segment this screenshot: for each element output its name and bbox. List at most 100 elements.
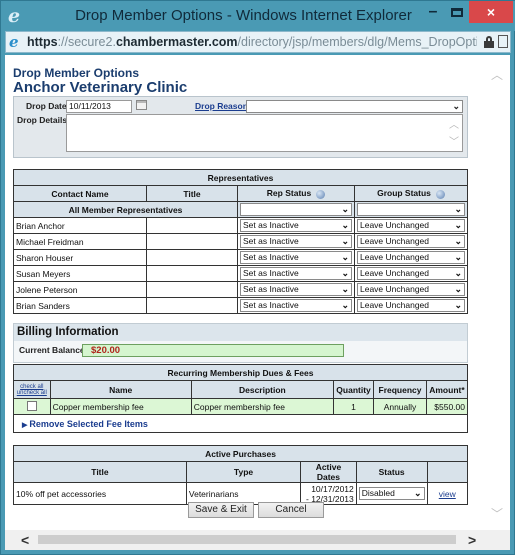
group-status-cell: Leave Unchanged ⌄ bbox=[354, 297, 468, 314]
address-bar[interactable]: e https://secure2.chambermaster.com/dire… bbox=[5, 31, 511, 53]
rep-title bbox=[146, 297, 238, 314]
uncheck-all-link[interactable]: uncheck all bbox=[15, 390, 49, 396]
drop-date-input[interactable]: 10/11/2013 bbox=[66, 100, 132, 113]
scroll-up-icon[interactable]: ︿ bbox=[491, 66, 503, 83]
view-link[interactable]: view bbox=[439, 489, 456, 499]
col-frequency: Frequency bbox=[373, 380, 427, 399]
drop-date-label: Drop Date: bbox=[26, 101, 70, 111]
textarea-scroll-down-icon[interactable]: ﹀ bbox=[449, 133, 459, 148]
group-status-select[interactable]: Leave Unchanged ⌄ bbox=[357, 283, 465, 296]
purchase-action-cell: view bbox=[426, 482, 469, 505]
maximize-button[interactable] bbox=[451, 8, 463, 17]
group-status-header: Group Status bbox=[377, 188, 431, 199]
group-status-select[interactable]: Leave Unchanged ⌄ bbox=[357, 251, 465, 264]
rep-status-select[interactable]: Set as Inactive ⌄ bbox=[240, 251, 352, 264]
col-status: Status bbox=[355, 461, 428, 483]
rep-status-header: Rep Status bbox=[266, 188, 312, 199]
remove-fees-cell: ▶ Remove Selected Fee Items bbox=[13, 414, 468, 433]
col-name: Name bbox=[49, 380, 192, 399]
col-amount: Amount* bbox=[425, 380, 469, 399]
chevron-down-icon: ⌄ bbox=[452, 101, 460, 111]
chevron-down-icon: ⌄ bbox=[413, 488, 422, 498]
chevron-down-icon: ⌄ bbox=[341, 284, 349, 294]
rep-status-select[interactable]: Set as Inactive ⌄ bbox=[240, 219, 352, 232]
table-row: Sharon Houser Set as Inactive ⌄ Leave Unc… bbox=[13, 249, 468, 266]
remove-fees-link[interactable]: ▶ Remove Selected Fee Items bbox=[22, 419, 148, 429]
drop-reason-label: Drop Reason: bbox=[195, 101, 251, 111]
select-value: Leave Unchanged bbox=[360, 300, 430, 310]
fee-checkbox[interactable] bbox=[26, 400, 37, 411]
rep-status-cell: Set as Inactive ⌄ bbox=[237, 233, 355, 250]
textarea-scroll-up-icon[interactable]: ︿ bbox=[449, 116, 459, 131]
group-status-cell: Leave Unchanged ⌄ bbox=[354, 249, 468, 266]
scroll-left-icon[interactable]: < bbox=[21, 532, 29, 548]
help-icon[interactable] bbox=[316, 189, 326, 199]
rep-status-select[interactable]: Set as Inactive ⌄ bbox=[240, 267, 352, 280]
help-icon[interactable] bbox=[435, 189, 445, 199]
group-status-select[interactable]: Leave Unchanged ⌄ bbox=[357, 235, 465, 248]
col-description: Description bbox=[190, 380, 334, 399]
select-value: Set as Inactive bbox=[243, 300, 299, 310]
chevron-down-icon: ⌄ bbox=[341, 252, 349, 262]
rep-title bbox=[146, 233, 238, 250]
fees-table: Recurring Membership Dues & Fees check a… bbox=[13, 364, 469, 433]
purchase-title: 10% off pet accessories bbox=[13, 482, 187, 505]
title-bar[interactable]: e Drop Member Options - Windows Internet… bbox=[1, 1, 515, 31]
fee-description: Copper membership fee bbox=[190, 398, 334, 415]
purchase-status-select[interactable]: Disabled ⌄ bbox=[358, 487, 425, 500]
chevron-down-icon: ⌄ bbox=[341, 204, 349, 214]
scroll-thumb[interactable] bbox=[38, 535, 456, 544]
all-group-status-select[interactable]: ⌄ bbox=[357, 203, 465, 216]
url-path: /directory/jsp/members/dlg/Mems_DropOpti… bbox=[237, 35, 477, 49]
select-value: Set as Inactive bbox=[243, 284, 299, 294]
billing-title: Billing Information bbox=[14, 324, 467, 341]
scroll-down-icon[interactable]: ﹀ bbox=[491, 505, 503, 522]
all-rep-status-select[interactable]: ⌄ bbox=[240, 203, 352, 216]
scroll-right-icon[interactable]: > bbox=[468, 532, 476, 548]
drop-form-panel: Drop Date: 10/11/2013 Drop Reason: ⌄ Dro… bbox=[13, 96, 468, 158]
url-domain: chambermaster.com bbox=[115, 35, 238, 49]
rep-name: Jolene Peterson bbox=[13, 281, 147, 298]
chevron-down-icon: ⌄ bbox=[454, 220, 462, 230]
rep-status-select[interactable]: Set as Inactive ⌄ bbox=[240, 235, 352, 248]
balance-value: $20.00 bbox=[82, 344, 344, 357]
group-status-select[interactable]: Leave Unchanged ⌄ bbox=[357, 299, 465, 312]
group-status-select[interactable]: Leave Unchanged ⌄ bbox=[357, 267, 465, 280]
check-all-header: check all uncheck all bbox=[13, 380, 51, 399]
url-text: https://secure2.chambermaster.com/direct… bbox=[27, 35, 477, 49]
drop-details-textarea[interactable]: ︿ ﹀ bbox=[66, 114, 463, 152]
drop-details-label: Drop Details: bbox=[17, 115, 70, 125]
rep-status-select[interactable]: Set as Inactive ⌄ bbox=[240, 283, 352, 296]
col-contact-name: Contact Name bbox=[13, 185, 147, 202]
rep-name: Michael Freidman bbox=[13, 233, 147, 250]
rep-status-cell: Set as Inactive ⌄ bbox=[237, 281, 355, 298]
cancel-button[interactable]: Cancel bbox=[258, 502, 324, 518]
col-group-status: Group Status bbox=[354, 185, 468, 202]
drop-reason-link[interactable]: Drop Reason bbox=[195, 101, 248, 111]
compatibility-view-icon[interactable] bbox=[498, 35, 508, 48]
col-purchase-type: Type bbox=[185, 461, 302, 483]
chevron-down-icon: ⌄ bbox=[341, 236, 349, 246]
all-group-status-cell: ⌄ bbox=[354, 201, 468, 218]
lock-icon[interactable] bbox=[484, 36, 494, 48]
calendar-icon[interactable] bbox=[136, 100, 147, 110]
drop-reason-select[interactable]: ⌄ bbox=[246, 100, 463, 113]
close-button[interactable]: × bbox=[469, 1, 513, 23]
horizontal-scrollbar[interactable]: < > bbox=[5, 530, 510, 550]
url-scheme: https bbox=[27, 35, 58, 49]
all-reps-label: All Member Representatives bbox=[13, 201, 238, 218]
chevron-down-icon: ⌄ bbox=[454, 236, 462, 246]
balance-label: Current Balance: bbox=[19, 345, 88, 355]
chevron-down-icon: ⌄ bbox=[454, 268, 462, 278]
fee-name: Copper membership fee bbox=[49, 398, 192, 415]
rep-status-select[interactable]: Set as Inactive ⌄ bbox=[240, 299, 352, 312]
minimize-button[interactable]: – bbox=[425, 4, 441, 21]
group-status-select[interactable]: Leave Unchanged ⌄ bbox=[357, 219, 465, 232]
rep-title bbox=[146, 217, 238, 234]
save-exit-button[interactable]: Save & Exit bbox=[188, 502, 254, 518]
table-row: Brian Anchor Set as Inactive ⌄ Leave Unch… bbox=[13, 217, 468, 234]
col-quantity: Quantity bbox=[332, 380, 375, 399]
page-content: ︿ ﹀ Drop Member Options Anchor Veterinar… bbox=[5, 55, 510, 530]
fee-checkbox-cell bbox=[13, 398, 51, 415]
table-row: Michael Freidman Set as Inactive ⌄ Leave … bbox=[13, 233, 468, 250]
